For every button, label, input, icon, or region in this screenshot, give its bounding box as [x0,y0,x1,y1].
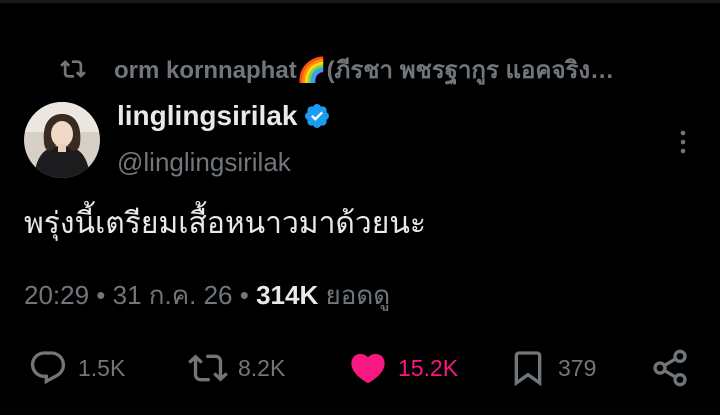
bookmark-button[interactable]: 379 [508,345,596,391]
reply-count: 1.5K [78,354,126,381]
views-label: ยอดดู [325,280,391,310]
reply-icon [30,351,66,385]
repost-button[interactable]: 8.2K [188,345,285,391]
bookmark-count: 379 [558,354,597,381]
bookmark-icon [514,351,542,387]
meta-separator: • [89,280,113,310]
share-icon [653,349,687,387]
repost-icon [60,60,86,78]
reposted-by-row[interactable]: orm kornnaphat🌈(ภีรชา พชรฐากูร แอคจริง… [60,52,614,86]
like-count: 15.2K [398,354,459,381]
meta-separator: • [232,280,257,310]
display-name[interactable]: linglingsirilak [117,100,297,132]
reposted-by-text: orm kornnaphat🌈(ภีรชา พชรฐากูร แอคจริง… [114,56,615,84]
repost-count: 8.2K [238,354,286,381]
tweet-date[interactable]: 31 ก.ค. 26 [113,280,233,310]
repost-icon [188,354,228,382]
verified-badge-icon [305,104,330,128]
like-button[interactable]: 15.2K [348,345,458,391]
author-name-row[interactable]: linglingsirilak [117,100,331,132]
heart-filled-icon [351,353,385,384]
tweet-text: พรุ่งนี้เตรียมเสื้อหนาวมาด้วยนะ [24,207,426,240]
share-button[interactable] [650,345,700,391]
top-divider [0,0,720,3]
author-handle[interactable]: @linglingsirilak [117,147,291,178]
avatar-image [24,102,100,178]
action-bar: 1.5K 8.2K 15.2K 379 [0,345,720,391]
more-options-icon[interactable] [676,128,690,156]
tweet-meta: 20:29 • 31 ก.ค. 26 • 314K ยอดดู [24,275,390,316]
views-count: 314K [256,280,319,310]
avatar[interactable] [24,102,100,178]
reply-button[interactable]: 1.5K [28,345,125,391]
tweet-time[interactable]: 20:29 [24,280,89,310]
